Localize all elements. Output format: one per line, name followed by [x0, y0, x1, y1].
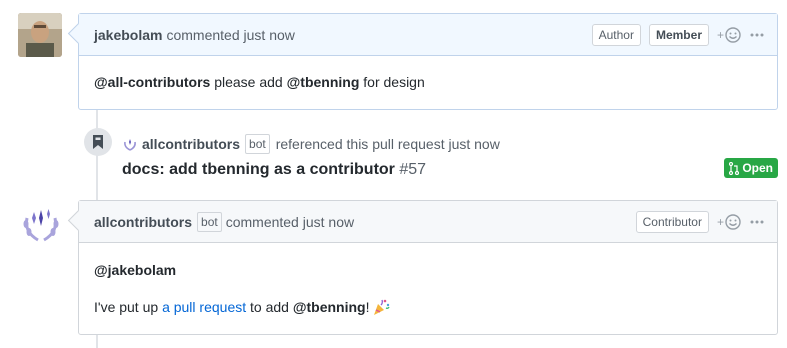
party-popper-icon: [374, 299, 391, 315]
author-link[interactable]: allcontributors: [142, 136, 240, 152]
comment-meta[interactable]: commented just now: [226, 214, 354, 230]
more-options-button[interactable]: [749, 27, 765, 43]
referenced-pr-link[interactable]: docs: add tbenning as a contributor #57: [122, 161, 426, 179]
allcontributors-avatar-icon[interactable]: [122, 136, 138, 152]
author-link[interactable]: allcontributors: [94, 214, 192, 230]
open-state-badge: Open: [724, 158, 778, 178]
comment-text-part: please add: [210, 74, 287, 90]
smiley-icon: [725, 26, 741, 43]
avatar[interactable]: [18, 13, 62, 57]
mention-link[interactable]: @jakebolam: [94, 262, 176, 278]
bookmark-icon: [93, 135, 103, 149]
more-options-button[interactable]: [749, 214, 765, 230]
reference-event: allcontributors bot referenced this pull…: [84, 128, 778, 188]
author-badge: Author: [591, 23, 641, 46]
referenced-pr-number[interactable]: #57: [399, 161, 426, 178]
comment-text-part: I've put up: [94, 299, 163, 315]
kebab-horizontal-icon: [750, 33, 764, 36]
kebab-horizontal-icon: [750, 220, 764, 223]
smiley-icon: [725, 213, 741, 230]
referenced-pr-title[interactable]: docs: add tbenning as a contributor: [122, 161, 395, 178]
reference-line: allcontributors bot referenced this pull…: [122, 134, 500, 154]
member-badge: Member: [648, 23, 709, 46]
mention-link[interactable]: @tbenning: [287, 74, 360, 90]
comment-text-part: to add: [246, 299, 293, 315]
git-pull-request-icon: [729, 161, 740, 175]
comment-header: jakebolam commented just now Author Memb…: [79, 14, 777, 56]
mention-link[interactable]: @tbenning: [293, 297, 366, 317]
avatar[interactable]: [18, 202, 64, 246]
comment: allcontributors bot commented just now C…: [67, 200, 778, 335]
comment-meta[interactable]: commented just now: [166, 27, 294, 43]
bot-label: bot: [245, 134, 270, 154]
bookmark-badge: [84, 128, 112, 156]
open-state-label: Open: [742, 161, 773, 175]
mention-link[interactable]: @all-contributors: [94, 74, 210, 90]
pull-request-link[interactable]: a pull request: [162, 297, 246, 317]
comment-text: @all-contributors please add @tbenning f…: [94, 72, 762, 92]
comment-header: allcontributors bot commented just now C…: [79, 201, 777, 243]
reference-meta[interactable]: referenced this pull request just now: [276, 136, 500, 152]
comment-body: @all-contributors please add @tbenning f…: [79, 56, 777, 92]
comment-text: I've put up a pull request to add @tbenn…: [94, 297, 762, 317]
comment-text-part: for design: [359, 74, 425, 90]
comment-body: @jakebolam I've put up a pull request to…: [79, 243, 777, 317]
author-link[interactable]: jakebolam: [94, 27, 162, 43]
comment: jakebolam commented just now Author Memb…: [67, 13, 778, 110]
comment-text-part: !: [365, 299, 370, 315]
comment-text: @jakebolam: [94, 260, 762, 280]
add-reaction-button[interactable]: +: [717, 213, 741, 230]
bot-label: bot: [197, 211, 222, 232]
contributor-badge: Contributor: [635, 210, 709, 233]
add-reaction-button[interactable]: +: [717, 26, 741, 43]
